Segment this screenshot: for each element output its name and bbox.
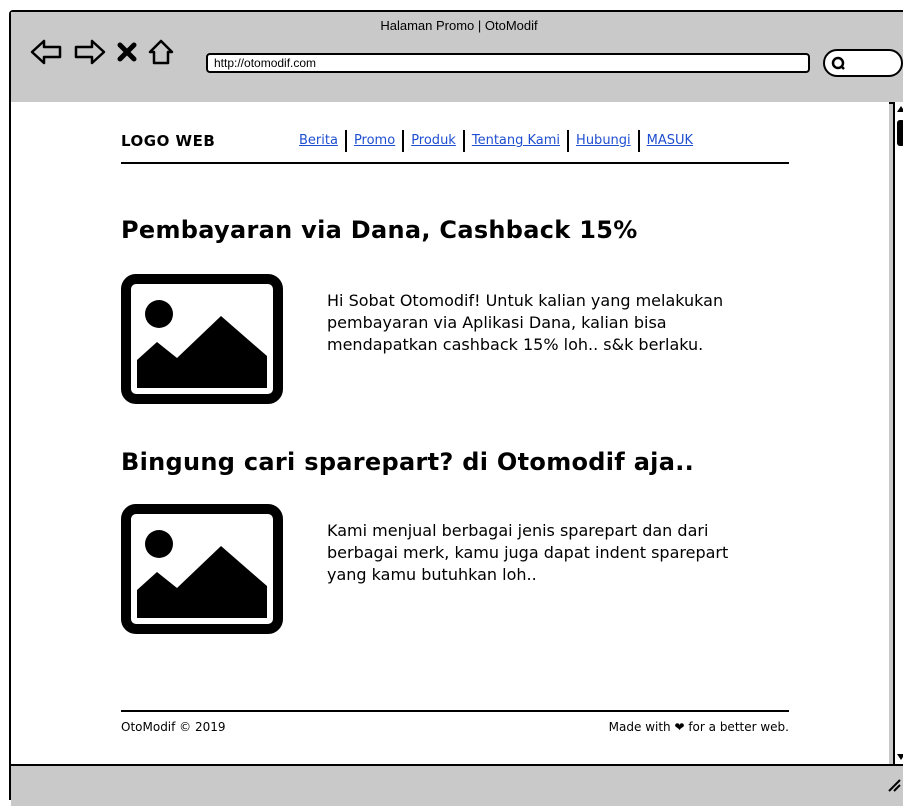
footer-divider: [121, 710, 789, 712]
back-arrow-icon[interactable]: [29, 38, 63, 66]
nav-controls: [29, 38, 175, 66]
scroll-down-icon[interactable]: [896, 752, 903, 762]
footer-tagline: Made with ❤ for a better web.: [608, 720, 789, 734]
main-menu: Berita Promo Produk Tentang Kami Hubungi…: [299, 130, 700, 152]
address-bar[interactable]: http://otomodif.com: [206, 53, 810, 73]
menu-item-berita[interactable]: Berita: [299, 130, 345, 152]
article-body: Kami menjual berbagai jenis sparepart da…: [327, 521, 729, 584]
article-body: Hi Sobat Otomodif! Untuk kalian yang mel…: [327, 291, 724, 354]
menu-item-tentang-kami[interactable]: Tentang Kami: [465, 130, 567, 152]
scroll-up-icon[interactable]: [896, 104, 903, 114]
status-bar: [11, 764, 903, 806]
vertical-scrollbar[interactable]: [893, 102, 903, 764]
article-title[interactable]: Bingung cari sparepart? di Otomodif aja.…: [121, 448, 694, 476]
scroll-thumb[interactable]: [897, 120, 903, 146]
stop-icon[interactable]: [117, 38, 137, 66]
menu-item-masuk[interactable]: MASUK: [640, 130, 700, 152]
browser-toolbar: Halaman Promo | OtoModif http://otomodif…: [11, 12, 903, 104]
resize-grip-icon[interactable]: [887, 778, 901, 792]
article-title[interactable]: Pembayaran via Dana, Cashback 15%: [121, 216, 638, 244]
page-viewport: LOGO WEB Berita Promo Produk Tentang Kam…: [11, 102, 889, 764]
image-placeholder-icon[interactable]: [121, 504, 283, 634]
menu-item-hubungi[interactable]: Hubungi: [569, 130, 638, 152]
footer-copyright: OtoModif © 2019: [121, 720, 226, 734]
window-title: Halaman Promo | OtoModif: [380, 18, 538, 33]
home-icon[interactable]: [147, 38, 175, 66]
browser-window: Halaman Promo | OtoModif http://otomodif…: [9, 10, 903, 806]
search-icon: [831, 56, 845, 70]
site-logo[interactable]: LOGO WEB: [121, 132, 215, 150]
menu-item-promo[interactable]: Promo: [347, 130, 402, 152]
image-placeholder-icon[interactable]: [121, 274, 283, 404]
search-button[interactable]: [823, 49, 903, 77]
forward-arrow-icon[interactable]: [73, 38, 107, 66]
header-divider: [121, 162, 789, 164]
menu-item-produk[interactable]: Produk: [404, 130, 463, 152]
